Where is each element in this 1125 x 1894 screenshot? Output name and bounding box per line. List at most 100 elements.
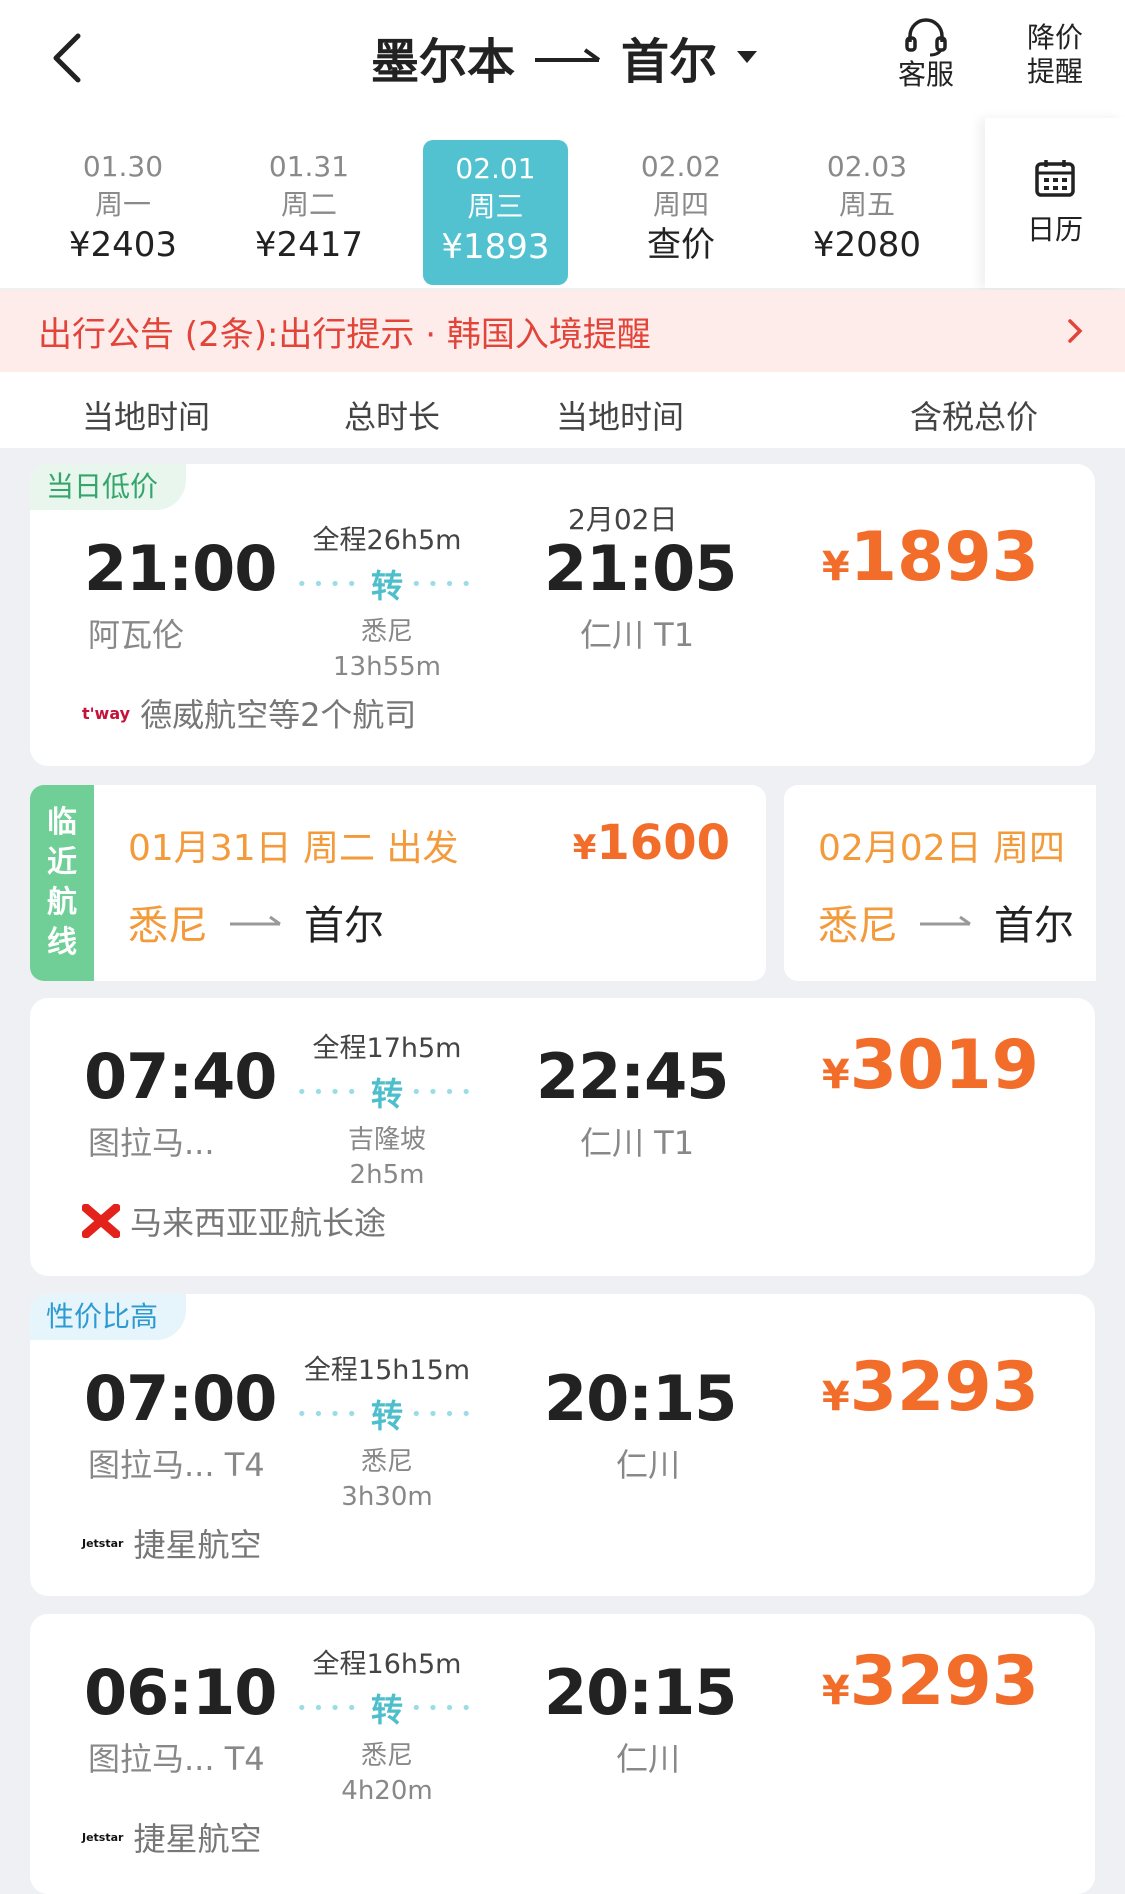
calendar-button[interactable]: 日历: [985, 118, 1125, 288]
arrival-airport: 仁川: [616, 1446, 681, 1484]
airline-info: 马来西亚亚航长途: [82, 1198, 386, 1244]
calendar-label: 日历: [1026, 213, 1083, 246]
nearby-label-char: 线: [47, 925, 77, 960]
weekday-label: 周三: [467, 190, 524, 223]
airline-info: Jetstar 捷星航空: [82, 1520, 261, 1566]
arrival-airport: 仁川: [616, 1740, 681, 1778]
nearby-route-destination: 首尔: [304, 903, 384, 949]
flight-price: ¥3019: [821, 1026, 1039, 1105]
arrival-time: 20:15: [544, 1656, 737, 1729]
date-label: 02.02: [640, 150, 722, 183]
dots-left: ••••: [296, 1697, 363, 1719]
calendar-icon: [1035, 160, 1075, 197]
departure-time: 21:00: [84, 532, 277, 605]
destination-city: 首尔: [621, 34, 718, 90]
date-price: ¥2403: [68, 225, 178, 265]
nearby-route-date: 01月31日 周二 出发: [128, 828, 459, 869]
dots-left: ••••: [296, 1403, 363, 1425]
sort-departure-time[interactable]: 当地时间: [82, 392, 210, 438]
nearby-route-cities: 悉尼 首尔: [128, 893, 384, 951]
nearby-route-card[interactable]: 01月31日 周二 出发 ¥1600 悉尼 首尔: [94, 785, 766, 981]
dots-left: ••••: [296, 1081, 363, 1103]
total-duration: 全程17h5m: [312, 1033, 462, 1064]
nearby-label-char: 航: [47, 885, 77, 920]
transfer-label: 转: [370, 1691, 403, 1729]
airline-info: t'way 德威航空等2个航司: [82, 690, 416, 736]
weekday-label: 周二: [280, 188, 337, 221]
departure-airport: 阿瓦伦: [88, 616, 185, 654]
date-label: 02.03: [826, 150, 908, 183]
back-arrow-icon: [53, 33, 81, 83]
flight-duration-info: 全程16h5m •••• 转 •••• 悉尼 4h20m: [272, 1642, 502, 1806]
nearby-route-origin: 悉尼: [128, 903, 208, 949]
total-duration: 全程16h5m: [312, 1649, 462, 1680]
route-selector[interactable]: 墨尔本 首尔: [330, 22, 800, 92]
airline-name: 捷星航空: [133, 1526, 262, 1564]
airline-name: 马来西亚亚航长途: [130, 1204, 387, 1242]
nearby-routes-label: 临 近 航 线: [30, 785, 94, 981]
flight-duration-info: 全程26h5m •••• 转 •••• 悉尼 13h55m: [272, 518, 502, 682]
customer-service-button[interactable]: 客服: [876, 10, 976, 100]
route-arrow-icon: [535, 48, 601, 62]
price-alert-label-1: 降价: [1026, 21, 1083, 54]
nearby-route-card[interactable]: 02月02日 周四 悉尼 首尔: [784, 785, 1096, 981]
layover-duration: 4h20m: [341, 1776, 433, 1806]
back-button[interactable]: [44, 28, 94, 88]
arrival-airport: 仁川 T1: [580, 1124, 695, 1162]
weekday-label: 周一: [94, 188, 151, 221]
date-option[interactable]: 01.30 周一 ¥2403: [48, 138, 198, 288]
sort-bar: 当地时间 总时长 当地时间 含税总价: [0, 372, 1125, 448]
departure-airport: 图拉马... T4: [88, 1446, 265, 1484]
transfer-city: 悉尼: [360, 1447, 413, 1477]
date-option[interactable]: 02.03 周五 ¥2080: [792, 138, 942, 288]
date-option[interactable]: 02.02 周四 查价: [606, 138, 756, 288]
departure-airport: 图拉马...: [88, 1124, 215, 1162]
departure-airport: 图拉马... T4: [88, 1740, 265, 1778]
price-alert-button[interactable]: 降价 提醒: [1005, 10, 1105, 100]
jetstar-logo-icon: Jetstar: [82, 1536, 124, 1550]
nearby-label-char: 临: [47, 805, 77, 840]
dots-right: ••••: [411, 573, 478, 595]
date-label: 01.30: [82, 150, 164, 183]
flight-card[interactable]: 06:10 图拉马... T4 全程16h5m •••• 转 •••• 悉尼 4…: [30, 1614, 1095, 1894]
date-option[interactable]: 01.31 周二 ¥2417: [234, 138, 384, 288]
dots-right: ••••: [411, 1081, 478, 1103]
layover-duration: 2h5m: [349, 1160, 425, 1190]
travel-notice-text: 出行公告 (2条):出行提示 · 韩国入境提醒: [38, 314, 651, 355]
low-price-tag: 当日低价: [30, 464, 187, 510]
tway-logo-icon: t'way: [82, 703, 131, 723]
route-arrow-icon: [920, 915, 971, 926]
airline-info: Jetstar 捷星航空: [82, 1814, 261, 1860]
origin-city: 墨尔本: [370, 34, 515, 90]
sort-duration[interactable]: 总时长: [344, 392, 440, 438]
airline-name: 捷星航空: [133, 1820, 262, 1858]
flight-card[interactable]: 性价比高 07:00 图拉马... T4 全程15h15m •••• 转 •••…: [30, 1294, 1095, 1596]
weekday-label: 周五: [838, 188, 895, 221]
total-duration: 全程15h15m: [303, 1355, 471, 1386]
departure-time: 07:00: [84, 1362, 277, 1435]
sort-price[interactable]: 含税总价: [910, 392, 1038, 438]
flight-duration-info: 全程15h15m •••• 转 •••• 悉尼 3h30m: [272, 1348, 502, 1512]
value-tag: 性价比高: [30, 1294, 187, 1340]
departure-time: 06:10: [84, 1656, 277, 1729]
arrival-time: 22:45: [536, 1040, 729, 1113]
arrival-airport: 仁川 T1: [580, 616, 695, 654]
travel-notice-bar[interactable]: 出行公告 (2条):出行提示 · 韩国入境提醒: [0, 290, 1125, 372]
dots-left: ••••: [296, 573, 363, 595]
nearby-route-destination: 首尔: [994, 903, 1074, 949]
sort-arrival-time[interactable]: 当地时间: [556, 392, 684, 438]
date-price: ¥2417: [254, 225, 364, 265]
flight-card[interactable]: 当日低价 21:00 阿瓦伦 全程26h5m •••• 转 •••• 悉尼 13…: [30, 464, 1095, 766]
jetstar-logo-icon: Jetstar: [82, 1830, 124, 1844]
date-option-selected[interactable]: 02.01 周三 ¥1893: [423, 140, 568, 285]
transfer-label: 转: [370, 1075, 403, 1113]
nearby-label-char: 近: [47, 845, 77, 880]
date-selector: 01.30 周一 ¥2403 01.31 周二 ¥2417 02.01 周三 ¥…: [0, 118, 1125, 288]
date-price: ¥2080: [812, 225, 922, 265]
flight-duration-info: 全程17h5m •••• 转 •••• 吉隆坡 2h5m: [272, 1026, 502, 1190]
flight-price: ¥3293: [821, 1642, 1039, 1721]
date-label: 02.01: [455, 152, 536, 185]
flight-card[interactable]: 07:40 图拉马... 全程17h5m •••• 转 •••• 吉隆坡 2h5…: [30, 998, 1095, 1276]
nearby-route-origin: 悉尼: [818, 903, 898, 949]
chevron-right-icon: [1068, 319, 1083, 343]
